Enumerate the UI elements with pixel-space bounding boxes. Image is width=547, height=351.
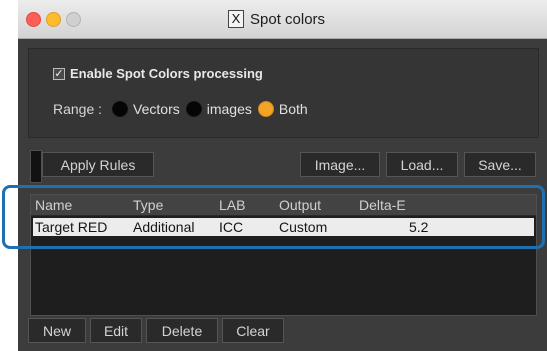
enable-spot-colors-label: Enable Spot Colors processing [70, 66, 263, 81]
range-selector: Range : Vectors images Both [53, 101, 314, 117]
zoom-window-button[interactable] [66, 12, 81, 27]
range-label: Range : [53, 101, 103, 117]
table-highlight-outline [2, 185, 545, 249]
enable-spot-colors-checkbox[interactable]: ✓ [53, 67, 65, 80]
apply-rules-button[interactable]: Apply Rules [42, 152, 154, 177]
radio-unselected-icon [185, 101, 202, 117]
title-bar: X Spot colors [18, 0, 547, 39]
spot-colors-window: X Spot colors ✓ Enable Spot Colors proce… [18, 0, 547, 351]
radio-selected-icon [257, 101, 274, 117]
save-button[interactable]: Save... [464, 152, 536, 177]
radio-label-vectors: Vectors [133, 101, 180, 117]
minimize-window-button[interactable] [46, 12, 61, 27]
clear-button[interactable]: Clear [222, 318, 284, 343]
radio-unselected-icon [112, 101, 129, 117]
edit-button[interactable]: Edit [90, 318, 142, 343]
spot-colors-options-group: ✓ Enable Spot Colors processing Range : … [28, 48, 539, 138]
x11-app-icon: X [228, 10, 244, 28]
window-title-group: X Spot colors [228, 9, 325, 29]
window-title: Spot colors [250, 10, 326, 28]
close-window-button[interactable] [26, 12, 41, 27]
new-button[interactable]: New [28, 318, 86, 343]
image-button[interactable]: Image... [300, 152, 380, 177]
radio-label-both: Both [278, 101, 308, 117]
range-option-vectors[interactable]: Vectors [112, 101, 180, 117]
enable-spot-colors-option[interactable]: ✓ Enable Spot Colors processing [53, 66, 263, 81]
range-option-images[interactable]: images [185, 101, 252, 117]
radio-label-images: images [206, 101, 252, 117]
delete-button[interactable]: Delete [146, 318, 218, 343]
load-button[interactable]: Load... [386, 152, 458, 177]
range-option-both[interactable]: Both [257, 101, 308, 117]
apply-rules-toggle[interactable] [30, 150, 42, 183]
